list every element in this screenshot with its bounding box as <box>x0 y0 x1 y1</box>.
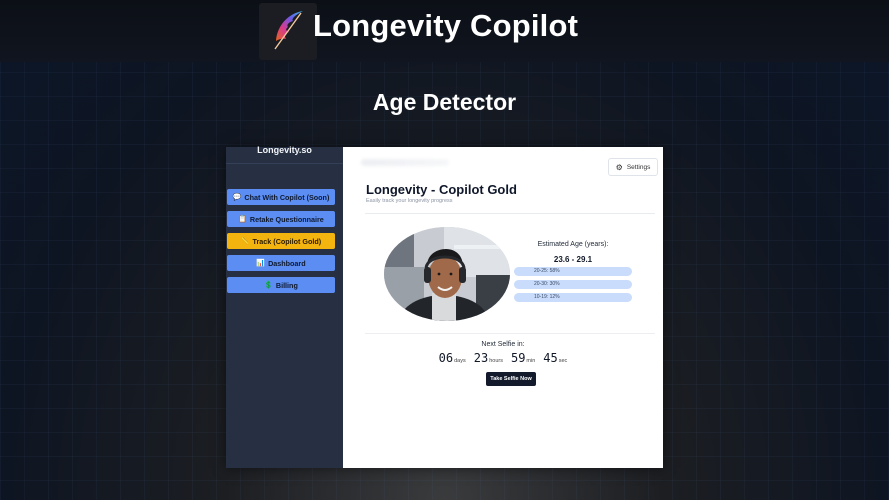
countdown-timer: 06 days 23 hours 59 min 45 sec <box>343 351 663 365</box>
sidebar-item-track[interactable]: 📏 Track (Copilot Gold) <box>227 233 335 249</box>
settings-label: Settings <box>626 163 651 171</box>
estimated-age-label: Estimated Age (years): <box>537 241 609 248</box>
countdown-seconds-value: 45 <box>543 351 558 365</box>
sidebar-divider <box>226 163 343 164</box>
countdown-minutes: 59 min <box>511 351 535 365</box>
sidebar-item-label: Dashboard <box>268 258 306 268</box>
divider <box>365 213 655 214</box>
sidebar-item-label: Retake Questionnaire <box>249 214 324 224</box>
next-selfie-label: Next Selfie in: <box>481 341 525 348</box>
chat-icon: 💬 <box>232 194 242 201</box>
estimated-age-value: 23.6 - 29.1 <box>553 255 593 264</box>
countdown-minutes-unit: min <box>526 358 536 364</box>
chart-icon: 📊 <box>256 260 266 267</box>
countdown-seconds-unit: sec <box>558 358 568 364</box>
page-title: Longevity - Copilot Gold <box>366 182 517 197</box>
sidebar-item-label: Track (Copilot Gold) <box>252 236 322 246</box>
countdown-hours-unit: hours <box>489 358 503 364</box>
countdown-hours: 23 hours <box>474 351 503 365</box>
sidebar-item-label: Chat With Copilot (Soon) <box>244 192 330 202</box>
divider <box>365 333 655 334</box>
countdown-minutes-value: 59 <box>510 351 526 365</box>
gear-icon: ⚙ <box>615 162 623 172</box>
age-range-pill: 10-19: 12% <box>514 293 632 302</box>
ruler-icon: 📏 <box>240 238 250 245</box>
take-selfie-button[interactable]: Take Selfie Now <box>486 372 536 386</box>
age-range-pill: 20-25: 58% <box>514 267 632 276</box>
sidebar: Longevity.so 💬 Chat With Copilot (Soon) … <box>226 145 343 468</box>
selfie-photo <box>384 227 510 321</box>
sidebar-item-label: Billing <box>275 280 298 290</box>
blurred-header-text <box>361 159 449 166</box>
dollar-icon: 💲 <box>264 282 273 289</box>
settings-button[interactable]: ⚙ Settings <box>608 158 658 176</box>
countdown-days-value: 06 <box>438 351 454 365</box>
sidebar-item-dashboard[interactable]: 📊 Dashboard <box>227 255 335 271</box>
feather-logo <box>259 3 317 60</box>
countdown-days: 06 days <box>439 351 466 365</box>
countdown-days-unit: days <box>454 358 466 364</box>
age-range-pill: 20-30: 30% <box>514 280 632 289</box>
app-screenshot: Longevity.so 💬 Chat With Copilot (Soon) … <box>226 145 663 468</box>
sidebar-item-chat[interactable]: 💬 Chat With Copilot (Soon) <box>227 189 335 205</box>
clipboard-icon: 📋 <box>238 216 247 223</box>
sidebar-brand: Longevity.so <box>257 145 312 155</box>
brand-title: Longevity Copilot <box>313 8 579 43</box>
countdown-hours-value: 23 <box>473 351 489 365</box>
sidebar-item-questionnaire[interactable]: 📋 Retake Questionnaire <box>227 211 335 227</box>
sidebar-item-billing[interactable]: 💲 Billing <box>227 277 335 293</box>
page-subtitle: Easily track your longevity progress <box>366 198 453 204</box>
page-heading: Age Detector <box>372 89 517 115</box>
main-panel: ⚙ Settings Longevity - Copilot Gold Easi… <box>343 147 663 468</box>
countdown-seconds: 45 sec <box>543 351 567 365</box>
